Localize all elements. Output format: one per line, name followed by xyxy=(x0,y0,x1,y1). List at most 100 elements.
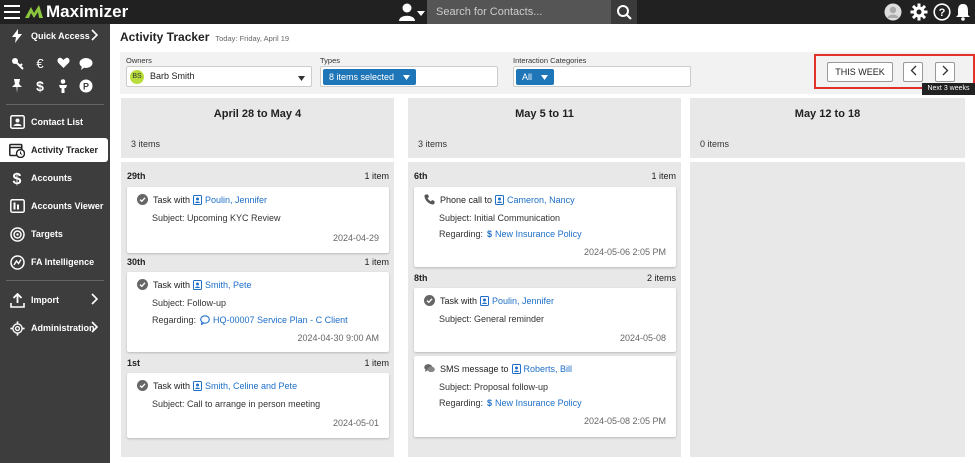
categories-chip[interactable]: All xyxy=(516,69,554,85)
contact-name: Poulin, Jennifer xyxy=(492,295,555,306)
contact-menu-icon[interactable] xyxy=(398,2,426,22)
sidebar-divider xyxy=(6,104,104,105)
chevron-right-icon xyxy=(90,321,99,335)
hamburger-menu-icon[interactable] xyxy=(4,5,20,19)
sidebar-item-activity-tracker[interactable]: Activity Tracker xyxy=(0,138,108,162)
regarding-link[interactable]: HQ-00007 Service Plan - C Client xyxy=(200,315,348,325)
activity-type: Task with xyxy=(440,295,478,306)
day-label: 8th xyxy=(414,273,428,283)
week-title: April 28 to May 4 xyxy=(213,108,302,120)
regarding-link[interactable]: $ New Insurance Policy xyxy=(487,398,582,408)
dollar-icon: $ xyxy=(487,229,493,239)
regarding-value: New Insurance Policy xyxy=(495,229,582,239)
contact-name: Smith, Pete xyxy=(205,279,252,290)
contact-card-icon xyxy=(511,363,521,374)
calendar-clock-icon xyxy=(9,142,25,158)
owners-select[interactable]: BS Barb Smith xyxy=(126,66,312,87)
sidebar-item-administration[interactable]: Administration xyxy=(0,316,110,340)
target-icon xyxy=(9,226,25,242)
p-badge-icon[interactable]: P xyxy=(79,79,93,93)
page-subtitle: Today: Friday, April 19 xyxy=(215,34,290,43)
sidebar: Quick Access € $ P Contact List Activity… xyxy=(0,24,110,463)
gear-icon[interactable] xyxy=(910,3,928,24)
contact-name: Poulin, Jennifer xyxy=(205,194,268,205)
search-icon[interactable] xyxy=(611,0,637,24)
contact-link[interactable]: Smith, Celine and Pete xyxy=(190,380,298,391)
sidebar-item-contact-list[interactable]: Contact List xyxy=(0,110,110,134)
app-logo[interactable]: Maximizer xyxy=(24,2,128,22)
contact-link[interactable]: Poulin, Jennifer xyxy=(477,295,555,306)
contact-link[interactable]: Roberts, Bill xyxy=(509,363,572,374)
bell-icon[interactable] xyxy=(955,3,971,24)
activity-card[interactable]: SMS message to Roberts, Bill Subject: Pr… xyxy=(414,356,676,437)
sidebar-item-targets[interactable]: Targets xyxy=(0,222,110,246)
day-label: 30th xyxy=(127,257,146,267)
contact-name: Cameron, Nancy xyxy=(507,194,575,205)
activity-subject: Subject: Call to arrange in person meeti… xyxy=(152,399,321,409)
activity-type: Task with xyxy=(153,194,191,205)
contact-card-icon xyxy=(495,194,505,205)
pin-icon[interactable] xyxy=(10,79,24,93)
heart-icon[interactable] xyxy=(56,56,70,70)
activity-card[interactable]: Task with Poulin, Jennifer Subject: Upco… xyxy=(127,187,389,253)
week-count: 3 items xyxy=(131,139,161,149)
week-column: April 28 to May 4 3 items 29th 1 item Ta… xyxy=(121,98,394,457)
activity-regarding: Regarding: $ New Insurance Policy xyxy=(439,398,582,408)
week-count: 0 items xyxy=(700,139,730,149)
key-icon[interactable] xyxy=(10,56,24,70)
contact-card-icon xyxy=(193,380,203,391)
quick-access-icons-row1: € xyxy=(10,55,93,71)
contact-name: Smith, Celine and Pete xyxy=(205,380,298,391)
owners-label: Owners xyxy=(126,56,152,65)
check-icon xyxy=(137,194,148,205)
chat-icon[interactable] xyxy=(79,56,93,70)
contact-link[interactable]: Poulin, Jennifer xyxy=(190,194,268,205)
day-header: 29th 1 item xyxy=(127,171,389,181)
regarding-value: HQ-00007 Service Plan - C Client xyxy=(213,315,348,325)
sidebar-item-accounts[interactable]: $ Accounts xyxy=(0,166,110,190)
activity-card[interactable]: Task with Smith, Pete Subject: Follow-up… xyxy=(127,272,389,352)
person-icon[interactable] xyxy=(56,79,70,93)
owner-value: Barb Smith xyxy=(150,71,195,81)
day-label: 6th xyxy=(414,171,428,181)
contact-card-icon xyxy=(480,295,490,306)
chevron-right-icon xyxy=(90,293,99,307)
activity-card[interactable]: Task with Poulin, Jennifer Subject: Gene… xyxy=(414,288,676,352)
sidebar-item-fa-intelligence[interactable]: FA Intelligence xyxy=(0,250,110,274)
day-label: 1st xyxy=(127,358,141,368)
check-icon xyxy=(137,380,148,391)
categories-select[interactable]: All xyxy=(513,66,691,87)
activity-subject: Subject: Proposal follow-up xyxy=(439,382,549,392)
activity-card[interactable]: Task with Smith, Celine and Pete Subject… xyxy=(127,373,389,438)
activity-date: 2024-05-08 xyxy=(619,333,666,343)
activity-card[interactable]: Phone call to Cameron, Nancy Subject: In… xyxy=(414,187,676,267)
search-input[interactable]: Search for Contacts... xyxy=(427,0,611,24)
app-name: Maximizer xyxy=(46,2,129,21)
sidebar-item-accounts-viewer[interactable]: Accounts Viewer xyxy=(0,194,110,218)
upload-icon xyxy=(9,292,25,308)
dollar-icon[interactable]: $ xyxy=(33,79,47,93)
contact-link[interactable]: Cameron, Nancy xyxy=(492,194,575,205)
day-count: 2 items xyxy=(646,273,676,283)
owner-avatar: BS xyxy=(130,70,144,84)
types-label: Types xyxy=(320,56,341,65)
regarding-value: New Insurance Policy xyxy=(495,398,582,408)
help-icon[interactable]: ? xyxy=(933,3,951,24)
euro-icon[interactable]: € xyxy=(33,56,47,70)
regarding-link[interactable]: $ New Insurance Policy xyxy=(487,229,582,239)
sidebar-item-quick-access[interactable]: Quick Access xyxy=(0,24,110,48)
sidebar-item-label: Import xyxy=(31,295,59,305)
sidebar-item-import[interactable]: Import xyxy=(0,288,110,312)
contact-link[interactable]: Smith, Pete xyxy=(190,279,252,290)
regarding-label: Regarding: xyxy=(152,315,197,325)
activity-type: SMS message to xyxy=(440,363,509,374)
types-select[interactable]: 8 items selected xyxy=(320,66,498,87)
viewer-icon xyxy=(9,198,25,214)
user-avatar[interactable] xyxy=(884,3,902,24)
types-chip[interactable]: 8 items selected xyxy=(323,69,416,85)
chevron-right-icon xyxy=(90,29,99,43)
categories-label: Interaction Categories xyxy=(513,56,587,65)
day-label: 29th xyxy=(127,171,146,181)
contact-card-icon xyxy=(193,279,203,290)
quick-access-icons-row2: $ P xyxy=(10,78,93,94)
